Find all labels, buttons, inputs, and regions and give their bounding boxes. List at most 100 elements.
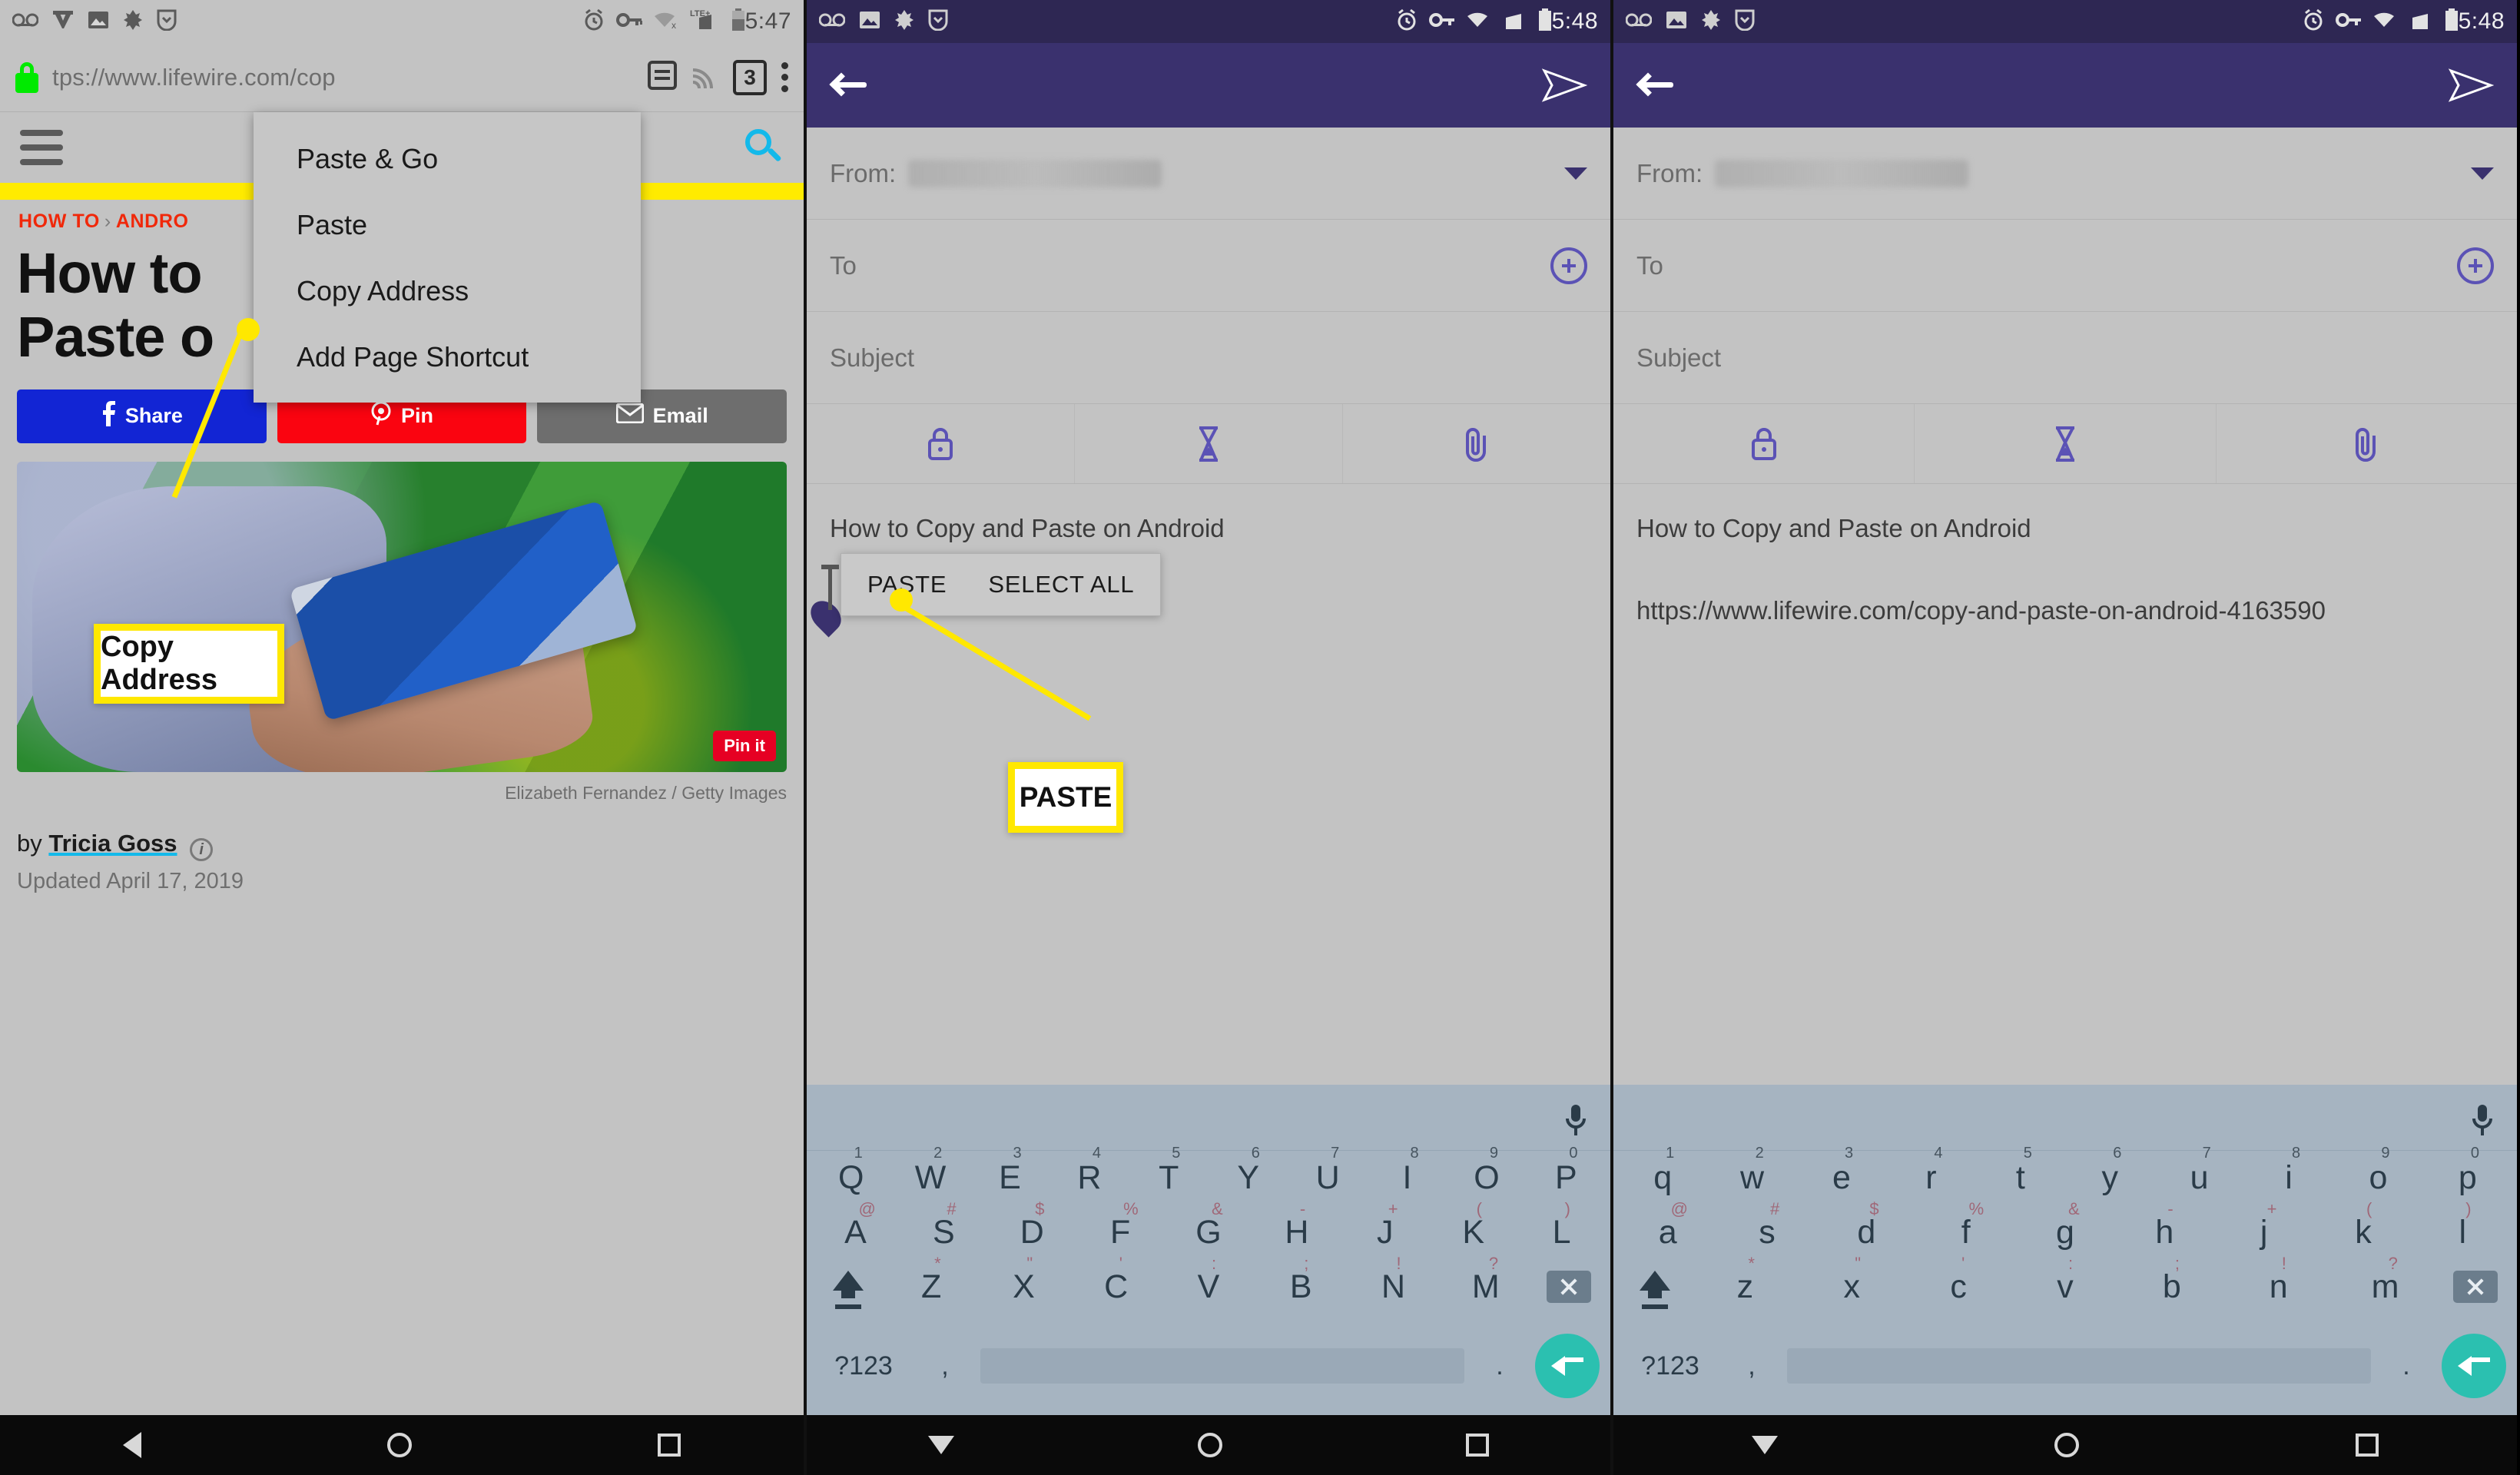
nav-back-icon[interactable]	[123, 1432, 141, 1458]
to-field-panel3[interactable]: To	[1613, 220, 2517, 312]
microphone-icon[interactable]	[1563, 1103, 1589, 1139]
send-icon[interactable]	[2448, 68, 2495, 103]
breadcrumb-item-how-to[interactable]: HOW TO	[18, 210, 100, 232]
lock-icon[interactable]	[807, 404, 1075, 483]
nav-recents-icon[interactable]	[2356, 1434, 2379, 1457]
compose-body-panel3[interactable]: How to Copy and Paste on Android https:/…	[1613, 484, 2517, 629]
from-field-panel2[interactable]: From:	[807, 128, 1610, 220]
url-text[interactable]: tps://www.lifewire.com/cop	[52, 64, 635, 91]
menu-item-add-page-shortcut[interactable]: Add Page Shortcut	[254, 324, 641, 390]
nav-back-icon[interactable]	[1752, 1436, 1778, 1454]
key-T[interactable]: 5T	[1129, 1145, 1209, 1195]
enter-icon[interactable]	[2442, 1334, 2506, 1398]
key-J[interactable]: + J	[1341, 1199, 1429, 1249]
key-numeric-toggle[interactable]: ?123	[1624, 1351, 1716, 1381]
reader-mode-icon[interactable]	[647, 59, 678, 95]
text-context-menu[interactable]: PASTE SELECT ALL	[841, 553, 1162, 616]
key-N[interactable]: ! N	[1347, 1254, 1439, 1304]
from-field-panel3[interactable]: From:	[1613, 128, 2517, 220]
cast-icon[interactable]	[690, 62, 721, 92]
key-u[interactable]: 7u	[2154, 1145, 2243, 1195]
hourglass-icon[interactable]	[1075, 404, 1343, 483]
key-w[interactable]: 2w	[1707, 1145, 1796, 1195]
overflow-menu-icon[interactable]	[779, 62, 790, 92]
breadcrumb-item-android[interactable]: ANDRO	[116, 210, 189, 232]
microphone-icon[interactable]	[2469, 1103, 2495, 1139]
key-d[interactable]: $ d	[1817, 1199, 1916, 1249]
key-K[interactable]: (K	[1429, 1199, 1517, 1249]
add-contact-icon[interactable]	[1550, 247, 1587, 284]
key-X[interactable]: " X	[977, 1254, 1069, 1304]
key-k[interactable]: (k	[2313, 1199, 2412, 1249]
key-V[interactable]: :V	[1162, 1254, 1255, 1304]
key-M[interactable]: ? M	[1440, 1254, 1532, 1304]
browser-omnibox[interactable]: tps://www.lifewire.com/cop 3	[0, 43, 804, 112]
key-period[interactable]: .	[2383, 1351, 2429, 1381]
back-arrow-icon[interactable]	[829, 70, 870, 101]
key-space[interactable]	[1787, 1348, 2371, 1384]
key-t[interactable]: 5t	[1976, 1145, 2065, 1195]
search-icon[interactable]	[741, 126, 784, 169]
nav-back-icon[interactable]	[928, 1436, 955, 1454]
backspace-icon[interactable]	[2439, 1271, 2512, 1303]
key-y[interactable]: 6y	[2065, 1145, 2154, 1195]
key-period[interactable]: .	[1477, 1351, 1523, 1381]
key-O[interactable]: 9O	[1447, 1145, 1526, 1195]
key-F[interactable]: % F	[1076, 1199, 1165, 1249]
key-D[interactable]: $ D	[988, 1199, 1076, 1249]
subject-field-panel3[interactable]: Subject	[1613, 312, 2517, 404]
enter-icon[interactable]	[1535, 1334, 1600, 1398]
key-I[interactable]: 8I	[1368, 1145, 1447, 1195]
key-i[interactable]: 8i	[2244, 1145, 2333, 1195]
add-contact-icon[interactable]	[2457, 247, 2494, 284]
nav-home-icon[interactable]	[387, 1433, 412, 1457]
byline-author-link[interactable]: Tricia Goss	[48, 830, 177, 857]
hamburger-menu-icon[interactable]	[20, 130, 63, 165]
key-q[interactable]: 1q	[1618, 1145, 1707, 1195]
nav-recents-icon[interactable]	[658, 1434, 681, 1457]
key-Z[interactable]: * Z	[885, 1254, 977, 1304]
key-s[interactable]: # s	[1717, 1199, 1816, 1249]
key-z[interactable]: * z	[1692, 1254, 1799, 1304]
subject-field-panel2[interactable]: Subject	[807, 312, 1610, 404]
nav-recents-icon[interactable]	[1465, 1434, 1489, 1457]
key-g[interactable]: & g	[2015, 1199, 2114, 1249]
key-W[interactable]: 2W	[890, 1145, 970, 1195]
key-v[interactable]: :v	[2012, 1254, 2119, 1304]
hourglass-icon[interactable]	[1915, 404, 2217, 483]
key-U[interactable]: 7U	[1288, 1145, 1367, 1195]
menu-item-paste-and-go[interactable]: Paste & Go	[254, 126, 641, 192]
key-C[interactable]: ' C	[1070, 1254, 1162, 1304]
key-c[interactable]: ' c	[1905, 1254, 2012, 1304]
key-m[interactable]: ? m	[2332, 1254, 2439, 1304]
compose-body-panel2[interactable]: How to Copy and Paste on Android	[807, 484, 1610, 638]
key-space[interactable]	[980, 1348, 1464, 1384]
lock-icon[interactable]	[1613, 404, 1915, 483]
tab-switcher-icon[interactable]: 3	[733, 59, 767, 95]
paperclip-icon[interactable]	[1343, 404, 1610, 483]
chevron-down-icon[interactable]	[2471, 167, 2494, 180]
key-P[interactable]: 0P	[1527, 1145, 1606, 1195]
key-L[interactable]: ) L	[1517, 1199, 1606, 1249]
shift-icon[interactable]	[1618, 1271, 1692, 1309]
key-n[interactable]: ! n	[2225, 1254, 2332, 1304]
menu-item-copy-address[interactable]: Copy Address	[254, 258, 641, 324]
key-l[interactable]: ) l	[2413, 1199, 2512, 1249]
key-H[interactable]: -H	[1252, 1199, 1341, 1249]
shift-icon[interactable]	[811, 1271, 885, 1309]
key-G[interactable]: & G	[1165, 1199, 1253, 1249]
share-facebook-button[interactable]: Share	[17, 389, 267, 443]
chevron-down-icon[interactable]	[1564, 167, 1587, 180]
info-icon[interactable]: i	[190, 837, 214, 861]
key-e[interactable]: 3e	[1797, 1145, 1886, 1195]
key-a[interactable]: @ a	[1618, 1199, 1717, 1249]
key-Y[interactable]: 6Y	[1209, 1145, 1288, 1195]
pin-it-badge[interactable]: Pin it	[713, 730, 776, 761]
key-R[interactable]: 4R	[1049, 1145, 1129, 1195]
key-r[interactable]: 4r	[1886, 1145, 1975, 1195]
key-comma[interactable]: ,	[1729, 1351, 1775, 1381]
key-S[interactable]: # S	[900, 1199, 988, 1249]
browser-context-menu[interactable]: Paste & Go Paste Copy Address Add Page S…	[254, 112, 641, 403]
key-A[interactable]: @ A	[811, 1199, 900, 1249]
paperclip-icon[interactable]	[2217, 404, 2517, 483]
